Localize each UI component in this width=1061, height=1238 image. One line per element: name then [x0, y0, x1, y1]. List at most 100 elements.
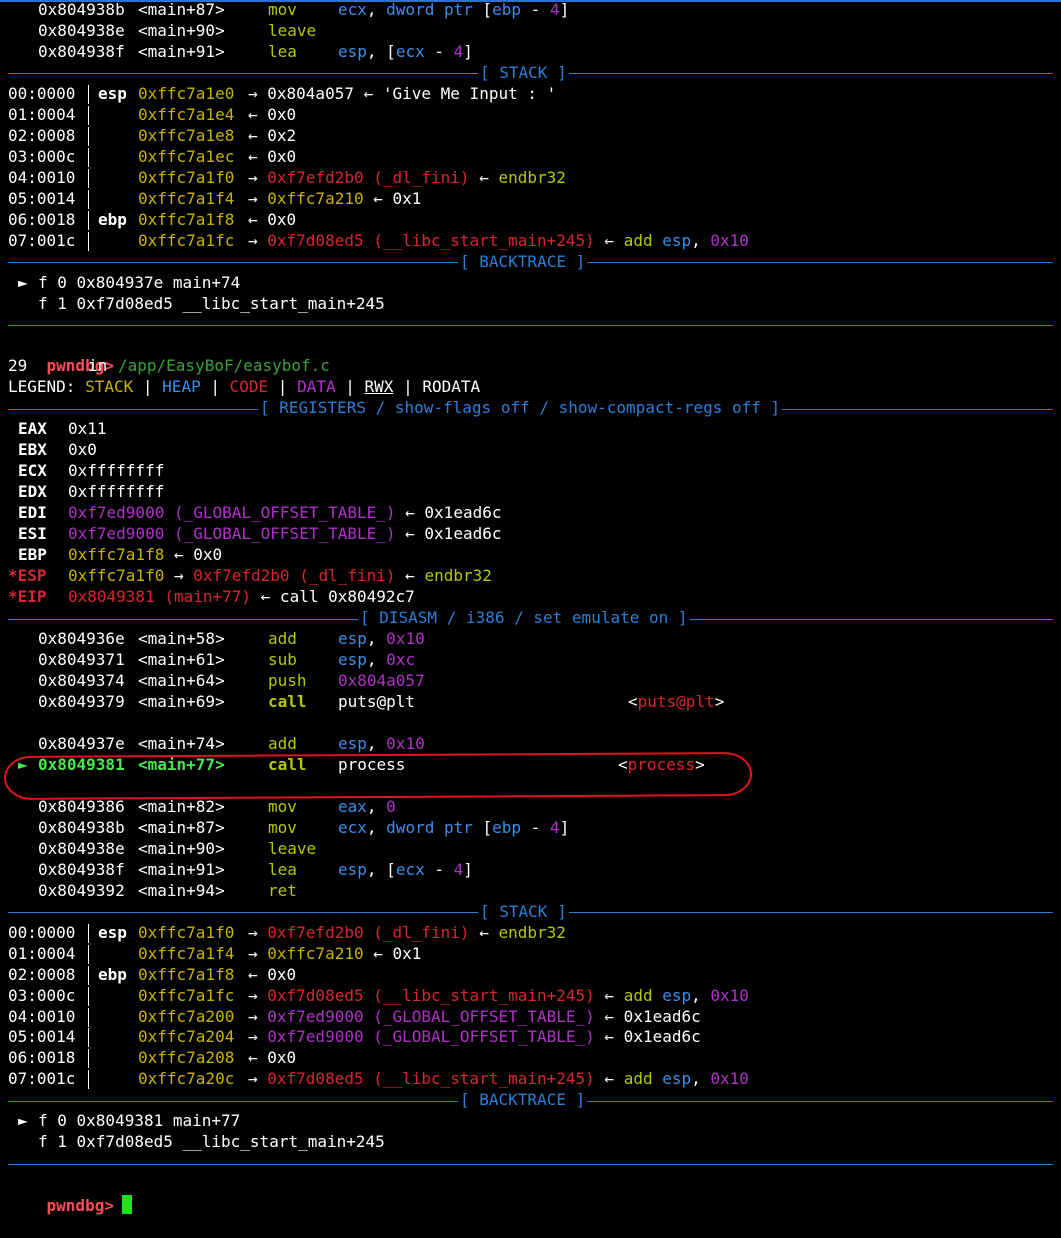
current-frame-arrow-icon: ► [18, 272, 28, 292]
stack-address: 0xffc7a1f4 [138, 188, 235, 208]
stack-chain: → 0xf7ed9000 (_GLOBAL_OFFSET_TABLE_) ← 0… [248, 1027, 701, 1047]
stack-index: 05:0014 [8, 1027, 76, 1047]
disasm-address: 0x8049374 [38, 671, 125, 690]
frame-text: f 1 0xf7d08ed5 __libc_start_main+245 [38, 1132, 385, 1152]
stack-register: esp [98, 83, 127, 103]
stack-chain: ← 0x0 [248, 1048, 297, 1068]
source-line-number: 29 [8, 356, 28, 376]
stack-row: 06:0018 ebp 0xffc7a1f8 ← 0x0 [0, 210, 1061, 231]
stack-register: ebp [98, 964, 127, 984]
terminal-window: 0x804938b <main+87> mov ecx, dword ptr [… [0, 0, 1061, 1215]
legend-heap: HEAP [162, 377, 201, 397]
registers-header-label: [ REGISTERS / show-flags off / show-comp… [258, 398, 783, 420]
stack-index: 02:0008 [8, 125, 76, 145]
stack-chain: → 0x804a057 ← 'Give Me Input : ' [248, 83, 557, 103]
disasm-address: 0x804938f [38, 859, 125, 879]
stack-row: 00:0000 esp 0xffc7a1e0 → 0x804a057 ← 'Gi… [0, 84, 1061, 105]
stack-address: 0xffc7a1fc [138, 230, 235, 250]
disasm-operands: esp, [ecx - 4] [338, 41, 473, 61]
stack-chain: ← 0x0 [248, 964, 297, 984]
register-name: ESI [18, 524, 47, 544]
disasm-mnemonic: mov [268, 796, 297, 816]
disasm-address: 0x804938f [38, 41, 125, 61]
disasm-mnemonic: add [268, 629, 297, 649]
disasm-address: 0x8049371 [38, 650, 125, 670]
stack-address: 0xffc7a1f8 [138, 209, 235, 229]
legend-stack: STACK [85, 377, 134, 397]
register-row: ESI 0xf7ed9000 (_GLOBAL_OFFSET_TABLE_) ←… [0, 524, 1061, 545]
stack-chain: → 0xffc7a210 ← 0x1 [248, 943, 422, 963]
register-value: 0xffffffff [68, 482, 165, 502]
backtrace-header-label: [ BACKTRACE ] [458, 1090, 588, 1112]
stack-address: 0xffc7a1f0 [138, 922, 235, 942]
stack-index: 05:0014 [8, 188, 76, 208]
source-file-path: /app/EasyBoF/easybof.c [118, 356, 330, 376]
disasm-symbol: <main+82> [138, 796, 225, 816]
register-name-changed: *ESP [8, 566, 47, 586]
prompt-line[interactable]: pwndbg> [0, 1174, 1061, 1215]
register-name: EBP [18, 545, 47, 565]
legend-data: DATA [297, 377, 336, 397]
register-row: *ESP 0xffc7a1f0 → 0xf7efd2b0 (_dl_fini) … [0, 566, 1061, 587]
disasm-line: 0x804938e <main+90> leave [0, 21, 1061, 42]
stack-index: 02:0008 [8, 964, 76, 984]
stack-address: 0xffc7a200 [138, 1006, 235, 1026]
registers-section-header: [ REGISTERS / show-flags off / show-comp… [0, 398, 1061, 420]
disasm-symbol: <main+90> [138, 20, 225, 40]
disasm-mnemonic: lea [268, 859, 297, 879]
disasm-symbol: <main+58> [138, 629, 225, 649]
stack-chain: → 0xf7ed9000 (_GLOBAL_OFFSET_TABLE_) ← 0… [248, 1006, 701, 1026]
stack-index: 06:0018 [8, 209, 76, 229]
stack-index: 03:000c [8, 146, 76, 166]
register-row: EDX 0xffffffff [0, 482, 1061, 503]
backtrace-frame: ► f 0 0x804937e main+74 [0, 273, 1061, 294]
register-value: 0xf7ed9000 (_GLOBAL_OFFSET_TABLE_) ← 0x1… [68, 524, 502, 544]
disasm-operands: 0x804a057 [338, 671, 425, 690]
terminal-cursor[interactable] [121, 1195, 132, 1215]
disasm-symbol: <main+64> [138, 671, 225, 690]
register-value: 0xffc7a1f0 → 0xf7efd2b0 (_dl_fini) ← end… [68, 566, 492, 586]
stack-address: 0xffc7a20c [138, 1069, 235, 1089]
disasm-symbol: <main+74> [138, 733, 225, 753]
disasm-operands: esp, 0xc [338, 650, 416, 670]
disasm-operands: ecx, dword ptr [ebp - 4] [338, 817, 570, 837]
disasm-operands: esp, 0x10 [338, 733, 425, 753]
stack-index: 04:0010 [8, 167, 76, 187]
register-row: EBX 0x0 [0, 440, 1061, 461]
stack-index: 03:000c [8, 985, 76, 1005]
stack-address: 0xffc7a1ec [138, 146, 235, 166]
disasm-address: 0x8049386 [38, 796, 125, 816]
stack-row: 05:0014 0xffc7a204 → 0xf7ed9000 (_GLOBAL… [0, 1027, 1061, 1048]
current-frame-arrow-icon: ► [18, 1111, 28, 1131]
register-name: EDX [18, 482, 47, 502]
disasm-line: 0x804938e <main+90> leave [0, 839, 1061, 860]
stack-row: 01:0004 0xffc7a1e4 ← 0x0 [0, 105, 1061, 126]
stack-chain: → 0xffc7a210 ← 0x1 [248, 188, 422, 208]
stack-row: 02:0008 ebp 0xffc7a1f8 ← 0x0 [0, 965, 1061, 986]
stack-row: 03:000c 0xffc7a1ec ← 0x0 [0, 147, 1061, 168]
disasm-mnemonic: mov [268, 0, 297, 19]
backtrace-frame: ► f 0 0x8049381 main+77 [0, 1111, 1061, 1132]
register-row: ECX 0xffffffff [0, 461, 1061, 482]
disasm-symbol: <main+90> [138, 838, 225, 858]
stack-address: 0xffc7a1f4 [138, 943, 235, 963]
red-highlight-annotation [3, 752, 753, 800]
stack-row: 02:0008 0xffc7a1e8 ← 0x2 [0, 126, 1061, 147]
disasm-line: 0x8049392 <main+94> ret [0, 881, 1061, 902]
stack-chain: → 0xf7d08ed5 (__libc_start_main+245) ← a… [248, 985, 749, 1005]
section-divider [0, 1153, 1061, 1174]
backtrace-header-label: [ BACKTRACE ] [458, 251, 588, 273]
disasm-address: 0x804937e [38, 733, 125, 753]
disasm-symbol: <main+87> [138, 0, 225, 19]
stack-chain: ← 0x0 [248, 146, 297, 166]
stack-address: 0xffc7a1e0 [138, 83, 235, 103]
disasm-operands: esp, [ecx - 4] [338, 859, 473, 879]
stack-address: 0xffc7a1fc [138, 985, 235, 1005]
disasm-address: 0x804936e [38, 629, 125, 649]
disasm-line: 0x804938f <main+91> lea esp, [ecx - 4] [0, 42, 1061, 63]
source-location: 29 in /app/EasyBoF/easybof.c [0, 356, 1061, 377]
register-name: ECX [18, 461, 47, 481]
frame-text: f 0 0x804937e main+74 [38, 272, 241, 292]
disasm-line: 0x804938b <main+87> mov ecx, dword ptr [… [0, 0, 1061, 21]
source-in-label: in [88, 356, 108, 376]
